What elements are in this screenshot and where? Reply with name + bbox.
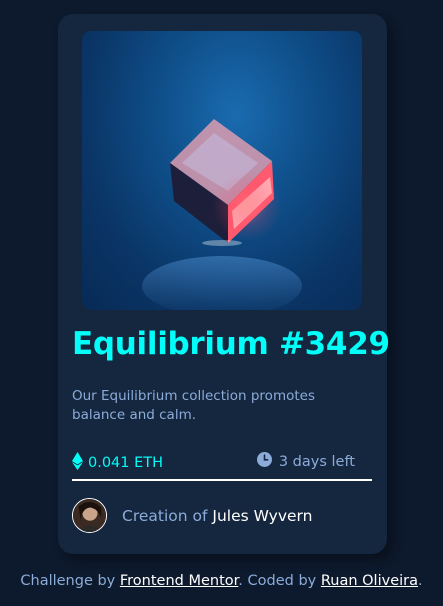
footer-suffix: . bbox=[418, 573, 423, 589]
nft-preview-image[interactable] bbox=[82, 31, 362, 310]
divider bbox=[72, 479, 372, 481]
time-left-value: 3 days left bbox=[278, 453, 355, 470]
ethereum-icon bbox=[72, 452, 83, 474]
clock-icon bbox=[256, 452, 272, 471]
creator-info: Creation of Jules Wyvern bbox=[72, 498, 312, 533]
price-value: 0.041 ETH bbox=[88, 455, 164, 471]
challenge-prefix: Challenge by bbox=[20, 573, 120, 589]
author-link[interactable]: Ruan Oliveira bbox=[321, 573, 418, 589]
coded-by-prefix: . Coded by bbox=[238, 573, 321, 589]
attribution-footer: Challenge by Frontend Mentor. Coded by R… bbox=[0, 573, 443, 589]
nft-card: Equilibrium #3429 Our Equilibrium collec… bbox=[58, 14, 390, 554]
frontend-mentor-link[interactable]: Frontend Mentor bbox=[120, 573, 238, 589]
creator-prefix: Creation of bbox=[122, 506, 213, 525]
creator-name-link[interactable]: Jules Wyvern bbox=[212, 507, 312, 525]
price-info: 0.041 ETH bbox=[72, 452, 163, 474]
nft-title[interactable]: Equilibrium #3429 bbox=[72, 326, 390, 362]
avatar bbox=[72, 498, 107, 533]
time-left-info: 3 days left bbox=[256, 452, 355, 471]
creator-label: Creation of Jules Wyvern bbox=[122, 507, 312, 525]
nft-description: Our Equilibrium collection promotes bala… bbox=[72, 388, 315, 423]
